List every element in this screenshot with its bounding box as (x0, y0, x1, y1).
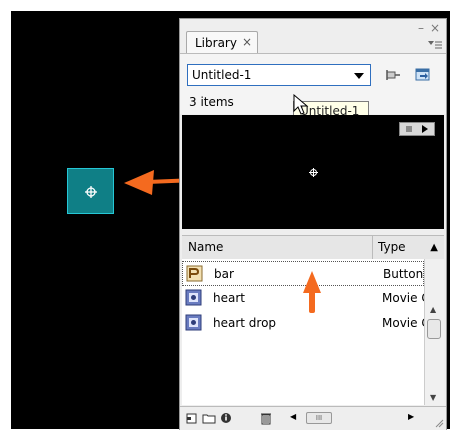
resize-grip-icon[interactable] (434, 418, 444, 428)
properties-icon[interactable] (220, 411, 232, 425)
pin-library-icon[interactable] (385, 67, 401, 83)
stop-button[interactable] (406, 126, 412, 132)
horizontal-scrollbar[interactable]: ◀ III ▶ (290, 412, 420, 425)
list-header: Name Type ▲ (182, 235, 444, 261)
scroll-down-icon[interactable]: ▼ (430, 393, 436, 402)
item-type: Button (383, 267, 424, 281)
scroll-left-icon[interactable]: ◀ (290, 412, 296, 421)
library-select[interactable]: Untitled-1 (187, 64, 371, 86)
button-symbol-icon (186, 265, 203, 282)
item-type: Movie Clip (382, 291, 424, 305)
library-toolbar: Untitled-1 3 items Untitled-1 (180, 53, 446, 122)
library-bottom-bar: ◀ III ▶ (180, 406, 446, 430)
scroll-up-icon[interactable]: ▲ (430, 305, 436, 314)
horizontal-scroll-thumb[interactable]: III (306, 412, 332, 424)
item-type: Movie Clip (382, 316, 424, 330)
chevron-down-icon (354, 73, 364, 79)
drag-arrow-up (303, 271, 321, 313)
column-divider[interactable] (372, 236, 373, 260)
item-count: 3 items (189, 95, 234, 109)
column-header-type[interactable]: Type (378, 240, 406, 254)
registration-point-icon (309, 168, 318, 177)
arrow-left-head (124, 170, 154, 195)
new-symbol-icon[interactable] (186, 411, 198, 425)
item-name: heart (213, 291, 245, 305)
sort-ascending-icon[interactable]: ▲ (430, 242, 438, 253)
vertical-scrollbar[interactable]: ▲ ▼ (424, 259, 444, 405)
column-header-name[interactable]: Name (188, 240, 223, 254)
scroll-right-icon[interactable]: ▶ (408, 412, 414, 421)
symbol-preview (182, 115, 444, 229)
scroll-thumb[interactable] (427, 319, 441, 339)
item-name: bar (214, 267, 234, 281)
library-select-value: Untitled-1 (192, 68, 252, 82)
preview-controls (399, 122, 435, 136)
item-name: heart drop (213, 316, 277, 330)
library-panel: – × Library × Untitled-1 3 items Untitle… (179, 18, 447, 430)
tab-library-label: Library (195, 36, 237, 50)
play-button[interactable] (422, 125, 428, 133)
movieclip-symbol-icon (185, 289, 202, 306)
new-folder-icon[interactable] (202, 411, 216, 425)
movieclip-symbol-icon (185, 314, 202, 331)
trash-icon[interactable] (260, 411, 272, 425)
mouse-cursor-icon (293, 94, 309, 115)
panel-menu-icon[interactable] (428, 39, 442, 51)
close-panel-button[interactable]: × (430, 22, 440, 34)
tab-close-icon[interactable]: × (242, 35, 252, 49)
minimize-button[interactable]: – (418, 22, 424, 34)
tab-library[interactable]: Library × (186, 31, 258, 53)
new-library-panel-icon[interactable] (415, 67, 431, 83)
